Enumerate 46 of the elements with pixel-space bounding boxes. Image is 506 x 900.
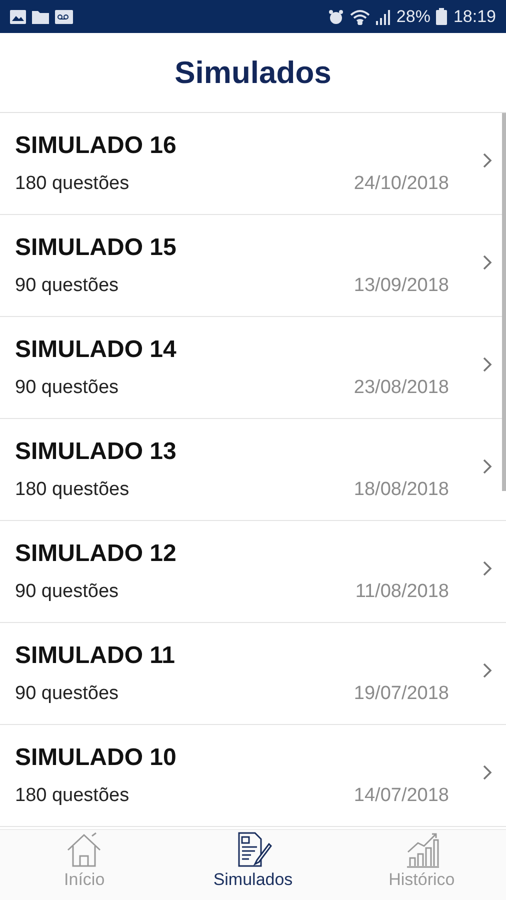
chevron-right-icon [483, 254, 492, 270]
chevron-right-icon [483, 662, 492, 678]
voicemail-icon [55, 10, 73, 24]
exam-list-item[interactable]: SIMULADO 12 90 questões 11/08/2018 [0, 521, 506, 623]
question-count: 90 questões [15, 377, 119, 399]
exam-title: SIMULADO 16 [15, 132, 178, 160]
exam-title: SIMULADO 12 [15, 540, 178, 568]
question-count: 90 questões [15, 275, 119, 297]
exam-list-item[interactable]: SIMULADO 10 180 questões 14/07/2018 [0, 725, 506, 827]
chevron-right-icon [483, 458, 492, 474]
question-count: 90 questões [15, 581, 119, 603]
exam-title: SIMULADO 10 [15, 744, 178, 772]
image-icon [10, 10, 26, 24]
chevron-right-icon [483, 356, 492, 372]
battery-percentage: 28% [396, 6, 430, 26]
exam-title: SIMULADO 14 [15, 336, 178, 364]
question-count: 90 questões [15, 683, 119, 705]
exam-date: 24/10/2018 [354, 173, 449, 195]
signal-icon [376, 8, 390, 24]
exam-list-item[interactable]: SIMULADO 16 180 questões 24/10/2018 [0, 113, 506, 215]
wifi-icon [350, 8, 370, 24]
alarm-icon [328, 8, 344, 24]
exam-date: 19/07/2018 [354, 683, 449, 705]
battery-icon [436, 8, 448, 25]
exam-date: 11/08/2018 [355, 581, 449, 603]
exam-date: 13/09/2018 [354, 275, 449, 297]
exam-date: 18/08/2018 [354, 479, 449, 501]
chevron-right-icon [483, 152, 492, 168]
clock-time: 18:19 [453, 6, 496, 26]
page-title: Simulados [174, 54, 332, 90]
question-count: 180 questões [15, 479, 130, 501]
question-count: 180 questões [15, 173, 130, 195]
chevron-right-icon [483, 560, 492, 576]
exam-date: 14/07/2018 [354, 785, 449, 807]
exam-title: SIMULADO 13 [15, 438, 178, 466]
folder-icon [32, 10, 49, 24]
exam-title: SIMULADO 15 [15, 234, 178, 262]
exam-date: 23/08/2018 [354, 377, 449, 399]
exam-list-item[interactable]: SIMULADO 13 180 questões 18/08/2018 [0, 419, 506, 521]
exam-title: SIMULADO 11 [15, 642, 176, 670]
chevron-right-icon [483, 764, 492, 780]
exam-list-item[interactable]: SIMULADO 15 90 questões 13/09/2018 [0, 215, 506, 317]
nav-tab[interactable]: Simulados [168, 830, 338, 900]
question-count: 180 questões [15, 785, 130, 807]
exam-list-item[interactable]: SIMULADO 11 90 questões 19/07/2018 [0, 623, 506, 725]
exam-list-item[interactable]: SIMULADO 14 90 questões 23/08/2018 [0, 317, 506, 419]
